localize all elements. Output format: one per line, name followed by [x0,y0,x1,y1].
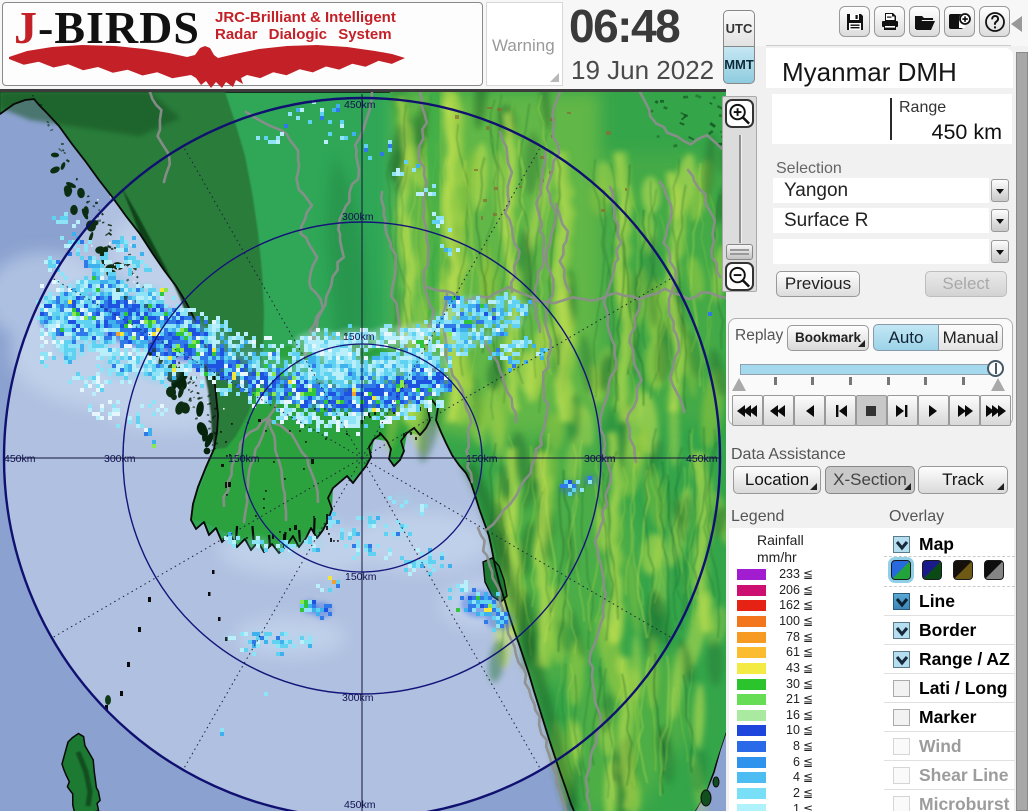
svg-text:450km: 450km [4,453,36,465]
svg-text:450km: 450km [686,453,718,465]
svg-text:450km: 450km [344,799,376,811]
svg-text:450km: 450km [344,99,376,111]
svg-text:300km: 300km [342,692,374,704]
svg-text:150km: 150km [228,453,260,465]
svg-text:150km: 150km [345,571,377,583]
svg-text:150km: 150km [343,331,375,343]
svg-text:300km: 300km [584,453,616,465]
svg-text:300km: 300km [342,211,374,223]
svg-text:300km: 300km [104,453,136,465]
svg-text:150km: 150km [466,453,498,465]
